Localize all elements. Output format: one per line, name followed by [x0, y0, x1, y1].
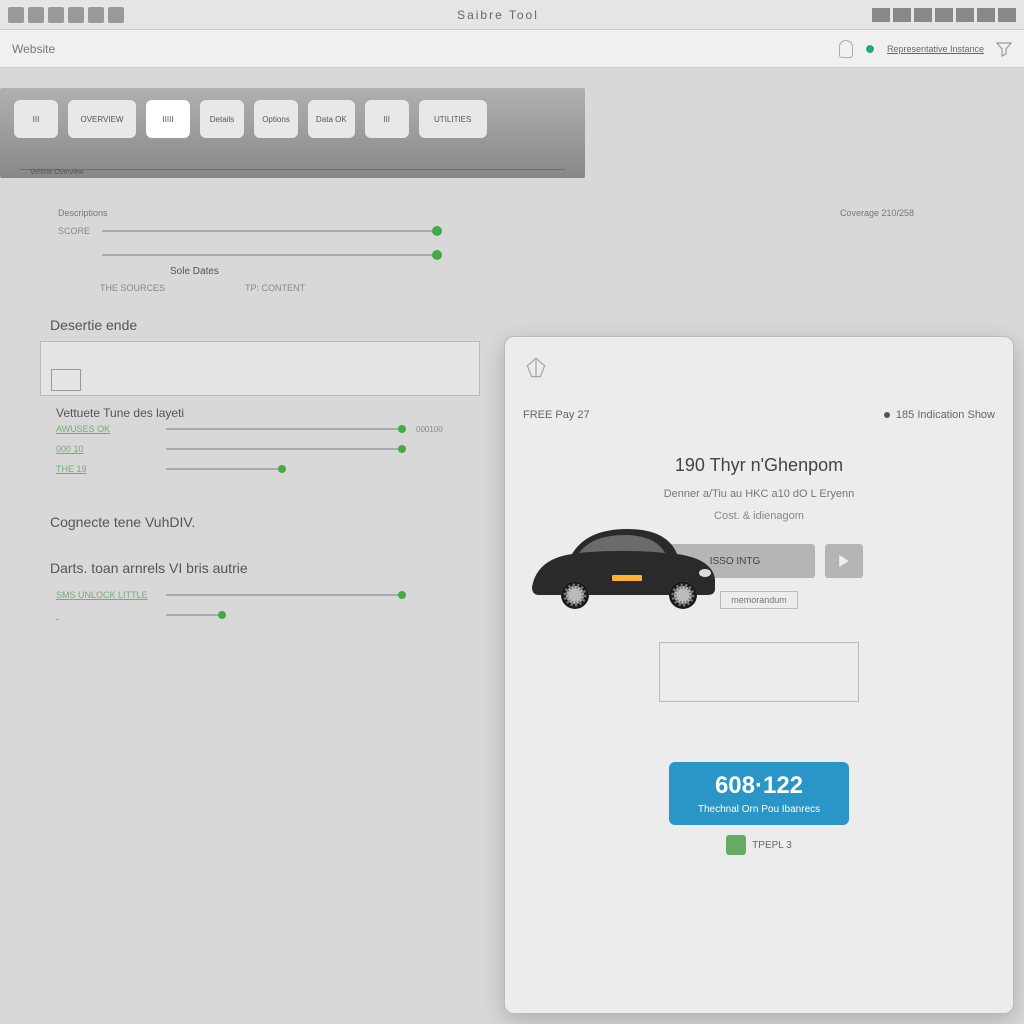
tab-strip: III OVERVIEW IIIII Details Options Data …	[0, 88, 585, 178]
panel-outline-box[interactable]	[659, 642, 859, 702]
mini-2-lbl[interactable]: THE 19	[56, 464, 156, 474]
filter-icon[interactable]	[996, 41, 1012, 57]
tray-icon-1[interactable]	[872, 8, 890, 22]
slider-0-label: SCORE	[30, 226, 90, 236]
bottom-mini-track-2[interactable]	[166, 614, 226, 616]
bottom-mini-track[interactable]	[166, 594, 406, 596]
tab-0[interactable]: III	[14, 100, 58, 138]
tray-icon-5[interactable]	[956, 8, 974, 22]
tab-7[interactable]: UTILITIES	[419, 100, 487, 138]
profile-icon[interactable]	[839, 40, 853, 58]
slider-header-left: Descriptions	[58, 208, 108, 218]
mini-1-track[interactable]	[166, 448, 406, 450]
tray-icon-4[interactable]	[935, 8, 953, 22]
window-title: Saibre Tool	[124, 8, 872, 22]
bottom-mini-lbl-2	[56, 610, 156, 620]
tab-1[interactable]: OVERVIEW	[68, 100, 136, 138]
app-icon-4[interactable]	[68, 7, 84, 23]
status-dot-icon	[865, 44, 875, 54]
tab-5[interactable]: Data OK	[308, 100, 355, 138]
system-topbar: Saibre Tool	[0, 0, 1024, 30]
slider-section: Descriptions Coverage 210/258 SCORE Sole…	[30, 208, 994, 293]
panel-sub1: Denner a/Tiu au HKC a10 dO L Eryenn	[523, 488, 995, 500]
bottom-mini-lbl[interactable]: SMS UNLOCK LITTLE	[56, 590, 156, 600]
mini-0-val: 000100	[416, 425, 443, 434]
section-desertie-box[interactable]	[40, 341, 480, 396]
detail-panel: FREE Pay 27 185 Indication Show 190 Thyr…	[504, 336, 1014, 1014]
app-icon-1[interactable]	[8, 7, 24, 23]
slider-1-track[interactable]	[102, 254, 442, 256]
tray-icon-3[interactable]	[914, 8, 932, 22]
mini-0-track[interactable]	[166, 428, 406, 430]
app-icon-5[interactable]	[88, 7, 104, 23]
slider-sub-left: THE SOURCES	[100, 283, 165, 293]
tray-icon-7[interactable]	[998, 8, 1016, 22]
mini-2-track[interactable]	[166, 468, 286, 470]
slider-header-right: Coverage 210/258	[840, 208, 914, 218]
app-icon-6[interactable]	[108, 7, 124, 23]
tab-strip-footer: Vehicle Overview	[30, 169, 84, 176]
price-caption: Thechnal Orn Pou Ibanrecs	[669, 804, 849, 815]
panel-free-label: FREE Pay 27	[523, 409, 590, 421]
app-icon-3[interactable]	[48, 7, 64, 23]
panel-status: 185 Indication Show	[884, 409, 995, 421]
panel-title: 190 Thyr n'Ghenpom	[523, 455, 995, 476]
cert-text: TPEPL 3	[752, 840, 792, 851]
tab-3[interactable]: Details	[200, 100, 244, 138]
tab-6[interactable]: III	[365, 100, 409, 138]
topbar-left-icons	[8, 7, 124, 23]
price-value: 608·122	[669, 772, 849, 800]
cert-shield-icon	[726, 835, 746, 855]
price-badge[interactable]: 608·122 Thechnal Orn Pou Ibanrecs	[669, 762, 849, 825]
box-inner-swatch	[51, 369, 81, 391]
tray-icon-6[interactable]	[977, 8, 995, 22]
slider-sub-right: TP: CONTENT	[245, 283, 305, 293]
panel-play-button[interactable]	[825, 544, 863, 578]
tab-4[interactable]: Options	[254, 100, 298, 138]
status-text[interactable]: Representative Instance	[887, 44, 984, 54]
cert-row: TPEPL 3	[523, 835, 995, 855]
panel-link[interactable]: memorandum	[720, 591, 798, 609]
slider-0-track[interactable]	[102, 230, 442, 232]
mini-0-lbl[interactable]: AWUSES OK	[56, 424, 156, 434]
panel-status-text: 185 Indication Show	[896, 409, 995, 421]
tab-2[interactable]: IIIII	[146, 100, 190, 138]
play-icon	[838, 555, 850, 567]
slider-under-label: Sole Dates	[170, 266, 994, 277]
status-indicator-icon	[884, 412, 890, 418]
panel-logo-icon	[523, 355, 549, 381]
toolbar-label: Website	[12, 42, 55, 56]
mini-1-lbl[interactable]: 000 10	[56, 444, 156, 454]
main-toolbar: Website Representative Instance	[0, 30, 1024, 68]
app-icon-2[interactable]	[28, 7, 44, 23]
topbar-right-icons	[872, 8, 1016, 22]
tray-icon-2[interactable]	[893, 8, 911, 22]
section-desertie-title: Desertie ende	[50, 317, 1024, 333]
